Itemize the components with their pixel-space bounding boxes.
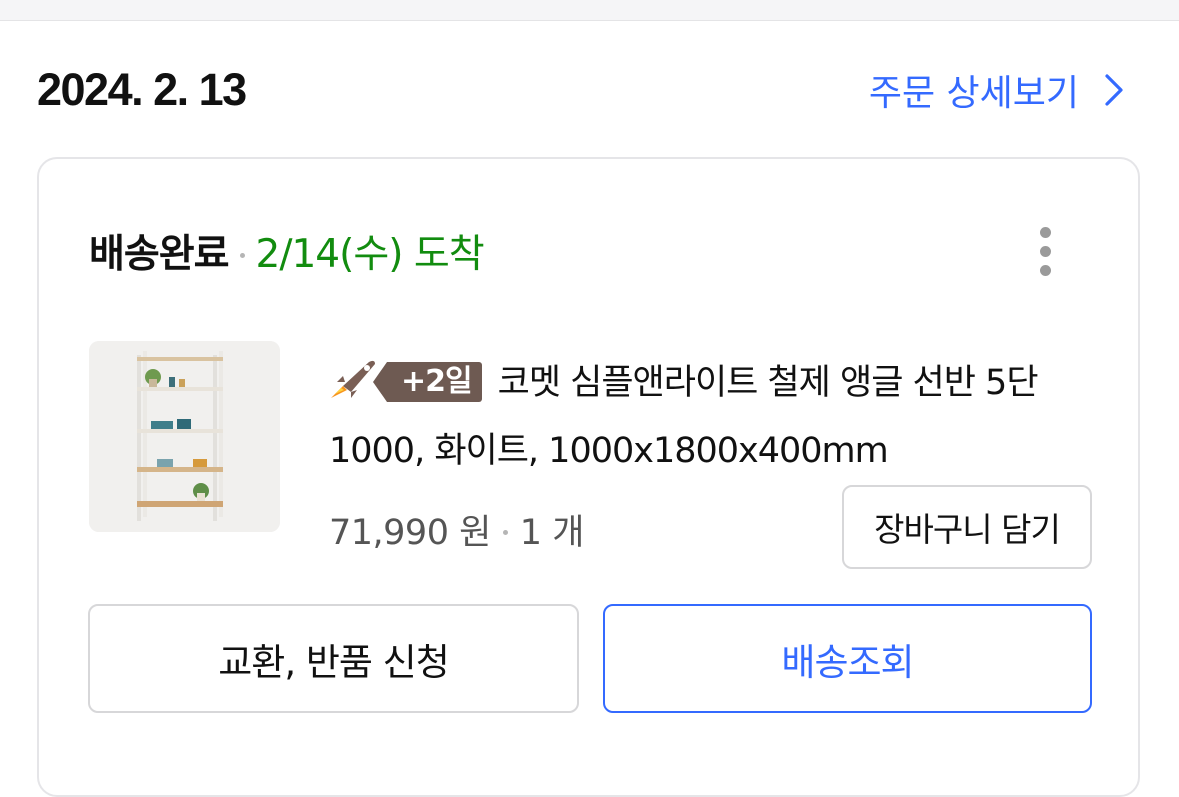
product-price: 71,990 원: [329, 513, 491, 553]
shelf-image: [89, 341, 280, 532]
order-detail-link[interactable]: 주문 상세보기: [869, 64, 1127, 116]
chevron-right-icon: [1105, 74, 1123, 106]
exchange-return-button[interactable]: 교환, 반품 신청: [88, 604, 579, 713]
product-title-line[interactable]: +2일 코멧 심플앤라이트 철제 앵글 선반 5단 1000, 화이트, 1000…: [329, 349, 1099, 485]
rocket-icon: [331, 360, 375, 398]
product-thumbnail[interactable]: [89, 341, 280, 532]
product-quantity: 1 개: [519, 513, 585, 553]
order-detail-label: 주문 상세보기: [868, 73, 1079, 114]
delivery-status: 배송완료: [89, 232, 230, 277]
delivery-status-line: 배송완료 2/14(수) 도착: [89, 223, 485, 279]
track-delivery-button[interactable]: 배송조회: [603, 604, 1092, 713]
rocket-delivery-badge: +2일: [373, 362, 482, 402]
top-divider-strip: [0, 0, 1179, 21]
order-date: 2024. 2. 13: [37, 64, 247, 115]
add-to-cart-button[interactable]: 장바구니 담기: [842, 485, 1092, 569]
product-info: +2일 코멧 심플앤라이트 철제 앵글 선반 5단 1000, 화이트, 1000…: [329, 349, 1099, 485]
arrival-date: 2/14(수) 도착: [255, 232, 485, 277]
separator-dot: [502, 530, 508, 535]
order-card: 배송완료 2/14(수) 도착 +2일 코멧 심플앤라이트 철제 앵글 선반 5…: [37, 157, 1140, 797]
more-vertical-icon[interactable]: [1034, 225, 1058, 279]
price-quantity-line: 71,990 원 1 개: [329, 504, 584, 555]
separator-dot: [239, 252, 245, 258]
